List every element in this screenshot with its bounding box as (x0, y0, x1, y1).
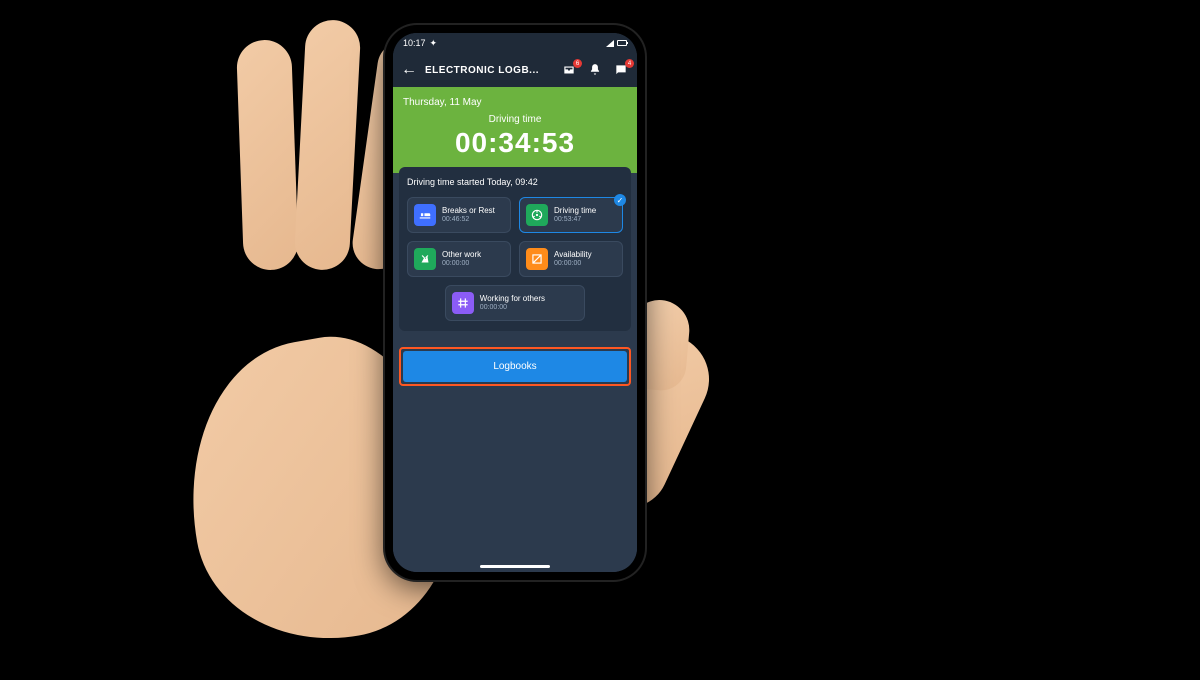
header-title: ELECTRONIC LOGB... (425, 65, 553, 76)
screen-filler (393, 386, 637, 572)
notifications-button[interactable] (587, 62, 603, 78)
tile-other-work[interactable]: Other work 00:00:00 (407, 241, 511, 277)
tile-availability[interactable]: Availability 00:00:00 (519, 241, 623, 277)
back-button[interactable]: ← (401, 61, 417, 79)
tile-driving-time: 00:53:47 (554, 216, 596, 224)
tile-other-label: Other work (442, 251, 481, 260)
tile-others-label: Working for others (480, 295, 545, 304)
status-time: 10:17 (403, 38, 426, 48)
logbooks-button[interactable]: Logbooks (403, 351, 627, 382)
status-misc-icon: ✦ (430, 38, 438, 49)
availability-icon (526, 248, 548, 270)
tile-breaks[interactable]: Breaks or Rest 00:46:52 (407, 197, 511, 233)
hash-icon (452, 292, 474, 314)
tile-driving[interactable]: ✓ Driving time 00:53:47 (519, 197, 623, 233)
driving-banner: Thursday, 11 May Driving time 00:34:53 (393, 87, 637, 173)
tile-others-time: 00:00:00 (480, 304, 545, 312)
tile-driving-label: Driving time (554, 207, 596, 216)
home-indicator[interactable] (480, 565, 550, 568)
activity-card: Driving time started Today, 09:42 Breaks… (399, 167, 631, 331)
banner-label: Driving time (403, 114, 627, 125)
tools-icon (414, 248, 436, 270)
bed-icon (414, 204, 436, 226)
banner-date: Thursday, 11 May (403, 97, 627, 108)
banner-timer: 00:34:53 (403, 127, 627, 159)
logbooks-highlight: Logbooks (399, 347, 631, 386)
phone-screen: 10:17 ✦ ← ELECTRONIC LOGB... 6 (393, 33, 637, 572)
tile-avail-time: 00:00:00 (554, 260, 592, 268)
tile-avail-label: Availability (554, 251, 592, 260)
chat-button[interactable]: 4 (613, 62, 629, 78)
bell-icon (588, 63, 602, 77)
battery-icon (617, 40, 627, 46)
tile-breaks-time: 00:46:52 (442, 216, 495, 224)
inbox-button[interactable]: 6 (561, 62, 577, 78)
app-header: ← ELECTRONIC LOGB... 6 4 (393, 53, 637, 87)
check-icon: ✓ (614, 194, 626, 206)
tile-breaks-label: Breaks or Rest (442, 207, 495, 216)
phone-device: 10:17 ✦ ← ELECTRONIC LOGB... 6 (385, 25, 645, 580)
tile-working-for-others[interactable]: Working for others 00:00:00 (445, 285, 585, 321)
started-text: Driving time started Today, 09:42 (407, 177, 623, 187)
steering-icon (526, 204, 548, 226)
chat-badge: 4 (625, 59, 634, 68)
tile-other-time: 00:00:00 (442, 260, 481, 268)
signal-icon (606, 40, 614, 47)
inbox-badge: 6 (573, 59, 582, 68)
status-bar: 10:17 ✦ (393, 33, 637, 53)
